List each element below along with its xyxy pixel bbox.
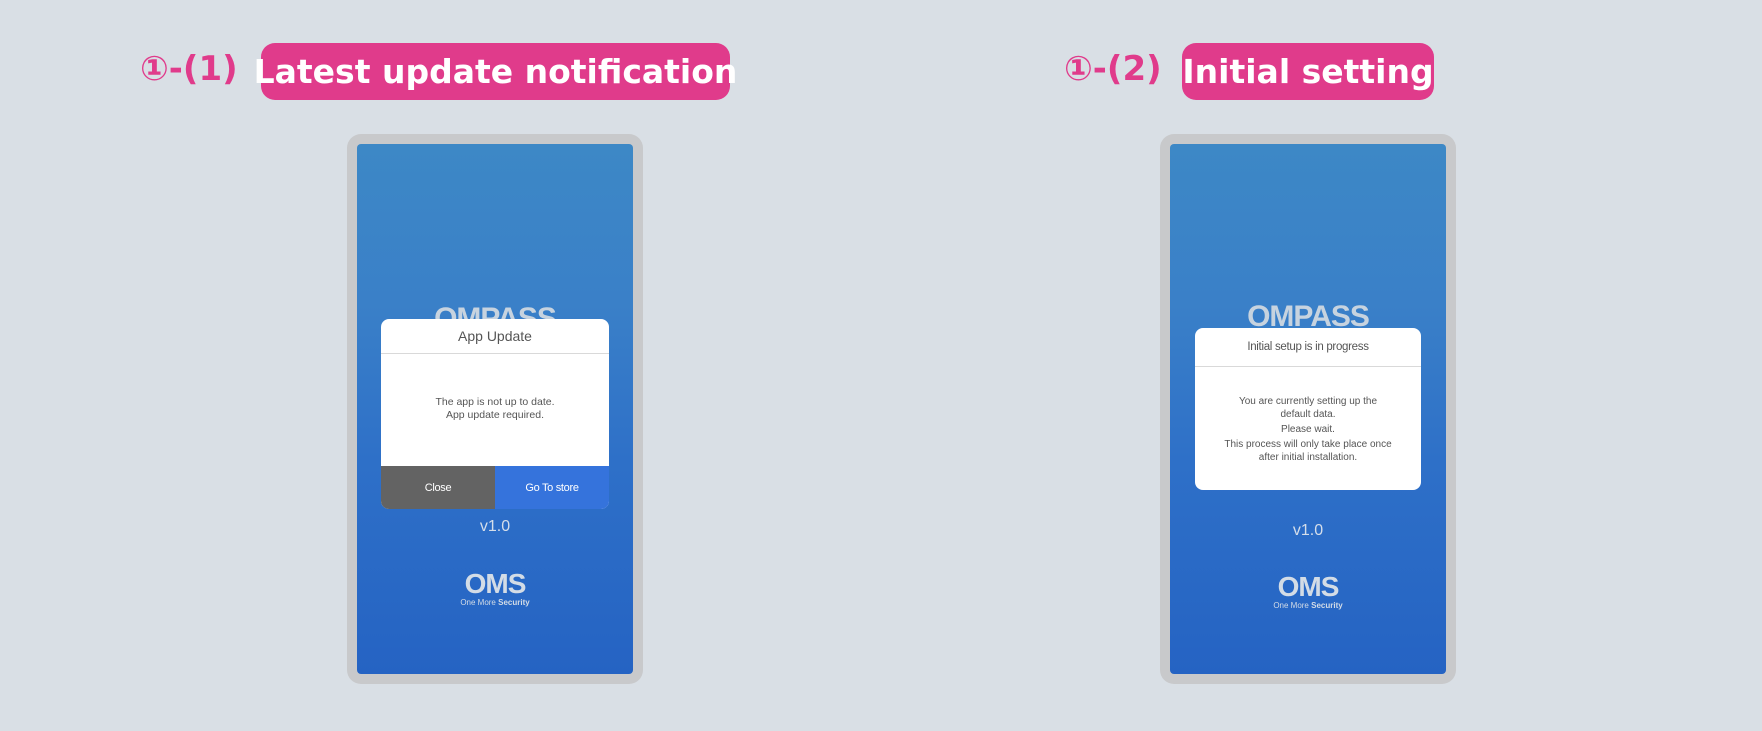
dialog-title: App Update (381, 319, 609, 354)
section-title: Latest update notification (254, 43, 737, 100)
app-screen: OMPASS Initial setup is in progress You … (1170, 144, 1446, 674)
dialog-button-row: Close Go To store (381, 466, 609, 509)
close-button[interactable]: Close (381, 466, 495, 509)
dialog-line: Please wait. (1281, 424, 1335, 435)
oms-logo: OMS One More Security (357, 570, 633, 608)
go-to-store-button[interactable]: Go To store (495, 466, 609, 509)
step-number: ①-(2) (1064, 49, 1162, 89)
oms-tagline: One More Security (1273, 601, 1343, 610)
dialog-line: This process will only take place once (1224, 439, 1392, 450)
oms-logo: OMS One More Security (1170, 573, 1446, 611)
dialog-line: You are currently setting up the (1238, 396, 1378, 407)
version-label: v1.0 (479, 518, 511, 535)
app-screen: OMPASS App Update The app is not up to d… (357, 144, 633, 674)
initial-setup-dialog: Initial setup is in progress You are cur… (1195, 328, 1421, 490)
dialog-line: after initial installation. (1258, 452, 1358, 463)
oms-tagline: One More Security (460, 598, 530, 607)
section-title: Initial setting (1182, 43, 1434, 100)
dialog-message: You are currently setting up the default… (1195, 367, 1421, 464)
oms-logo-mark: OMS (464, 568, 527, 599)
dialog-title: Initial setup is in progress (1195, 328, 1421, 367)
phone-frame: OMPASS Initial setup is in progress You … (1160, 134, 1456, 684)
dialog-line: App update required. (445, 409, 545, 421)
phone-frame: OMPASS App Update The app is not up to d… (347, 134, 643, 684)
app-update-dialog: App Update The app is not up to date. Ap… (381, 319, 609, 509)
dialog-line: default data. (1280, 409, 1336, 420)
dialog-line: The app is not up to date. (435, 396, 555, 408)
version-label: v1.0 (1292, 522, 1324, 539)
step-number: ①-(1) (140, 49, 238, 89)
oms-logo-mark: OMS (1277, 571, 1340, 602)
dialog-message: The app is not up to date. App update re… (381, 354, 609, 422)
